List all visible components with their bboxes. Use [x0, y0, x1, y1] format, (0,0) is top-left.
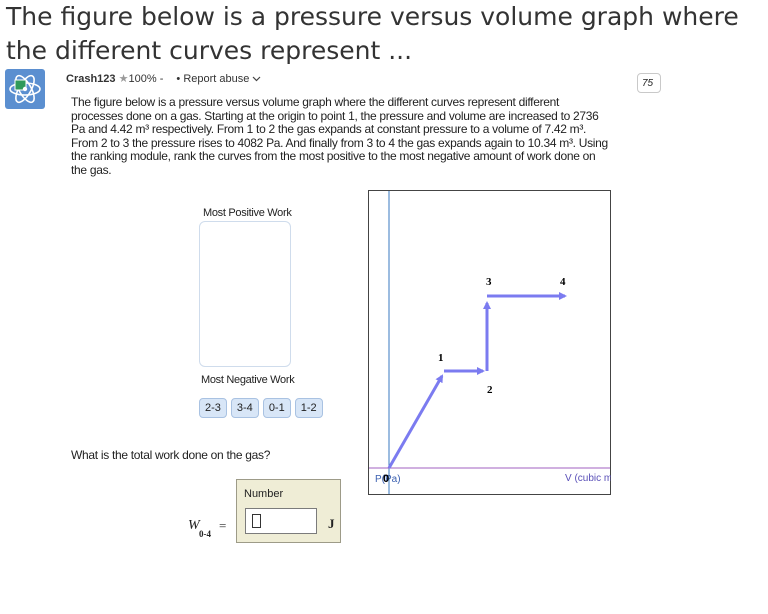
avatar[interactable] [5, 69, 45, 109]
author-name[interactable]: Crash123 [66, 73, 116, 85]
star-icon: ★ [118, 73, 129, 85]
point-label-3: 3 [486, 276, 492, 288]
question-text: The figure below is a pressure versus vo… [71, 95, 608, 177]
work-answer-input[interactable] [245, 508, 317, 534]
chip-3-4[interactable]: 3-4 [230, 398, 259, 418]
author-meta: Crash123 ★100% - • Report abuse [66, 72, 261, 85]
chip-2-3[interactable]: 2-3 [199, 398, 227, 418]
report-abuse-label: • Report abuse [176, 73, 250, 85]
work-subscript: 0-4 [199, 529, 211, 539]
page-badge[interactable]: 75 [637, 73, 661, 93]
total-work-question: What is the total work done on the gas? [71, 448, 271, 462]
graph-frame [368, 190, 611, 495]
pv-graph: 1 2 3 4 P(Pa) 0 V (cubic m [368, 190, 611, 495]
point-label-4: 4 [560, 276, 566, 288]
point-label-2: 2 [487, 384, 493, 396]
equals-sign: = [219, 518, 227, 533]
chip-0-1[interactable]: 0-1 [262, 398, 291, 418]
text-cursor-icon [252, 514, 261, 528]
work-symbol: W [188, 518, 200, 533]
most-negative-label: Most Negative Work [201, 374, 295, 386]
author-rating: 100% [128, 73, 157, 85]
report-abuse-link[interactable]: • Report abuse [176, 73, 261, 85]
atom-icon [9, 74, 41, 104]
ranking-chips: 2-3 3-4 0-1 1-2 [199, 398, 323, 418]
x-axis-label: V (cubic m [565, 473, 611, 484]
number-label: Number [244, 488, 284, 500]
ranking-drop-zone[interactable] [199, 221, 291, 367]
rating-suffix: - [159, 73, 164, 85]
point-label-1: 1 [438, 352, 444, 364]
origin-label: 0 [383, 473, 389, 485]
chip-1-2[interactable]: 1-2 [294, 398, 323, 418]
unit-label: J [328, 516, 335, 531]
most-positive-label: Most Positive Work [203, 207, 292, 219]
chevron-down-icon [253, 76, 261, 82]
number-answer-panel: Number J [236, 479, 341, 543]
page-title: The figure below is a pressure versus vo… [6, 2, 739, 65]
